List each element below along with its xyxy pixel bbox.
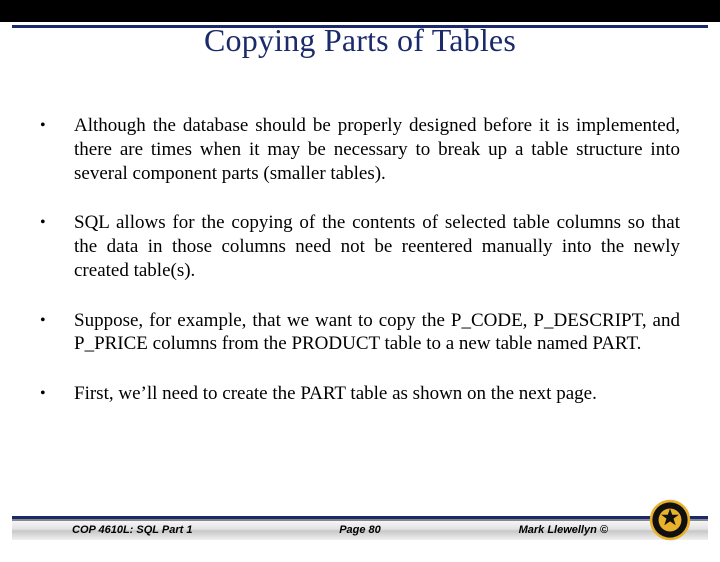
bullet-text: First, we’ll need to create the PART tab… [74, 382, 680, 406]
bullet-item: • First, we’ll need to create the PART t… [40, 382, 680, 406]
bullet-marker: • [40, 309, 74, 357]
bullet-item: • Although the database should be proper… [40, 114, 680, 185]
bullet-item: • Suppose, for example, that we want to … [40, 309, 680, 357]
footer-right: Mark Llewellyn © [519, 524, 608, 536]
slide: Copying Parts of Tables • Although the d… [0, 22, 720, 562]
ucf-logo-icon [648, 498, 692, 542]
bullet-marker: • [40, 382, 74, 406]
bullet-marker: • [40, 211, 74, 282]
bullet-list: • Although the database should be proper… [40, 114, 680, 432]
bullet-text: SQL allows for the copying of the conten… [74, 211, 680, 282]
bullet-item: • SQL allows for the copying of the cont… [40, 211, 680, 282]
top-rule [12, 25, 708, 28]
bullet-text: Although the database should be properly… [74, 114, 680, 185]
bullet-marker: • [40, 114, 74, 185]
bullet-text: Suppose, for example, that we want to co… [74, 309, 680, 357]
